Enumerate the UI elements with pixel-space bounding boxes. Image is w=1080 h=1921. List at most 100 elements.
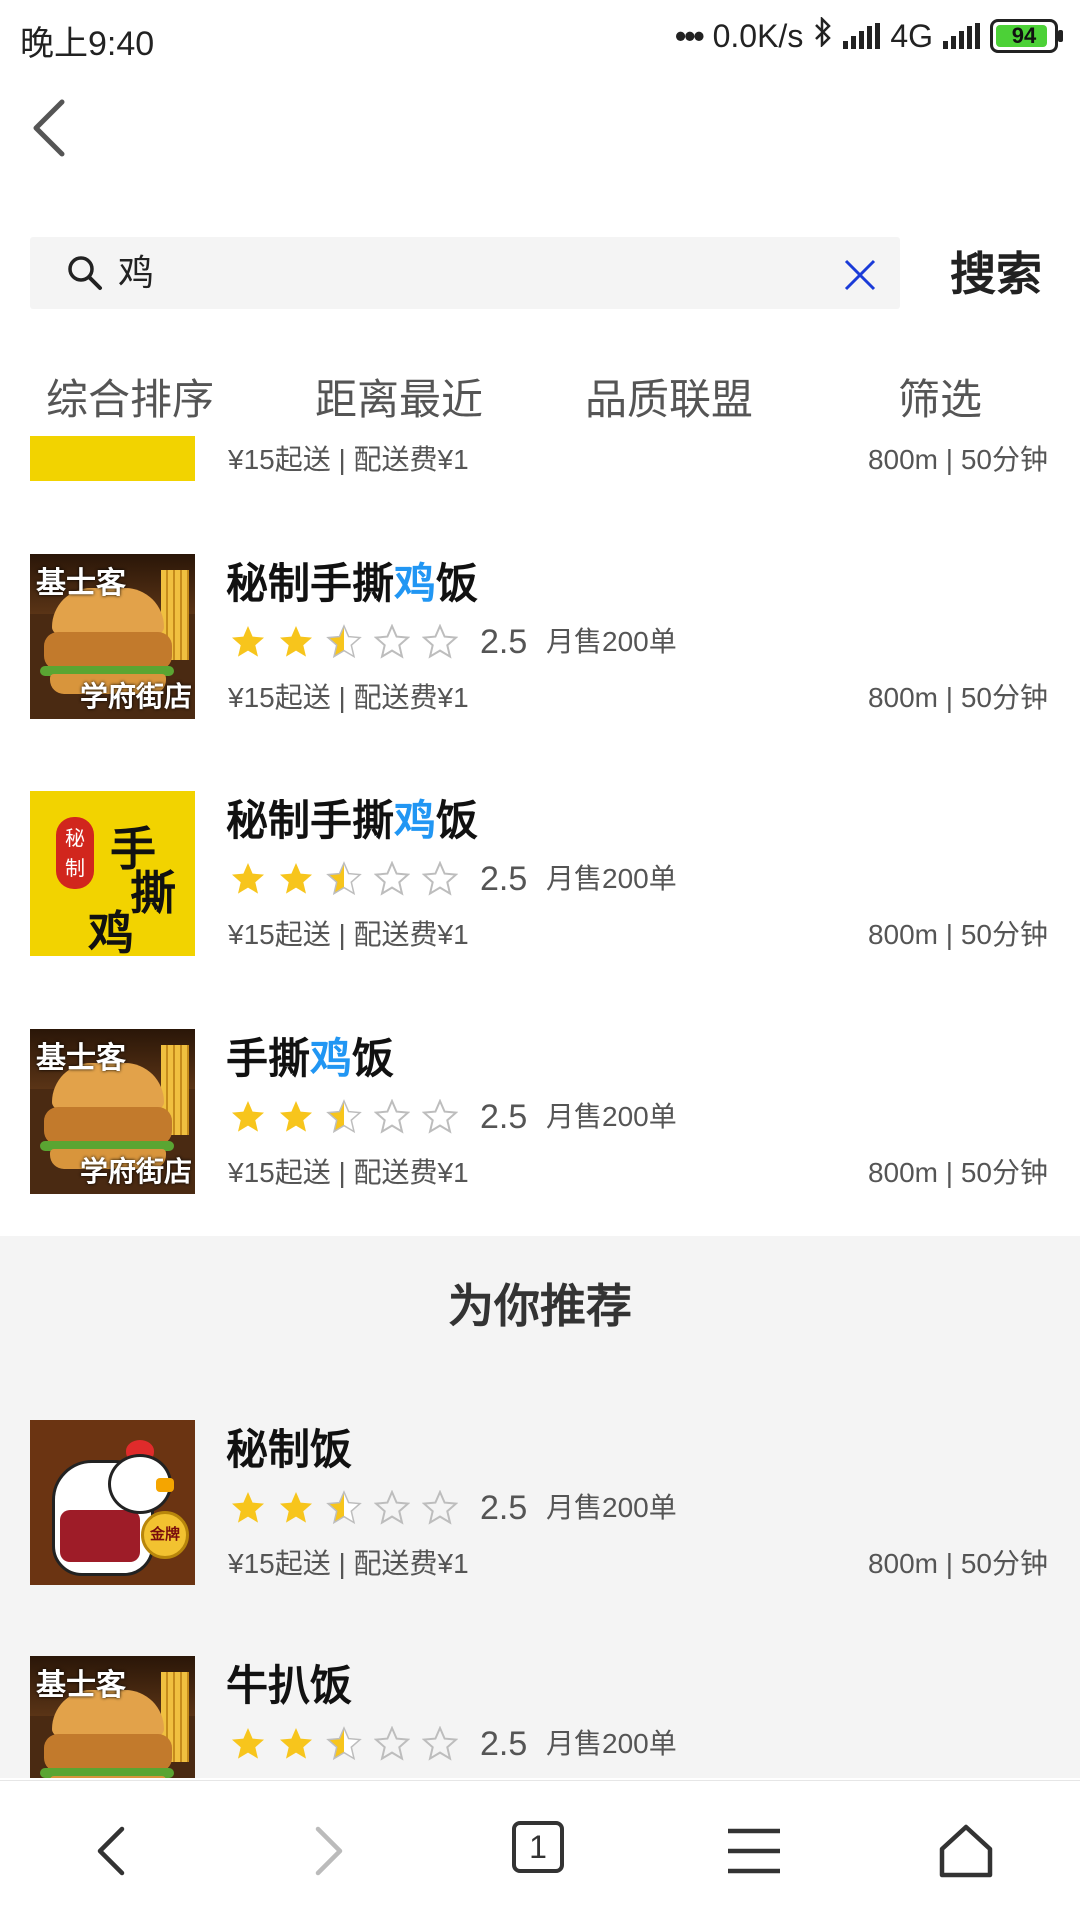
sort-tabs: 综合排序 距离最近 品质联盟 筛选 <box>0 372 1080 428</box>
signal-icon <box>843 23 881 49</box>
tab-filter[interactable]: 筛选 <box>898 372 982 428</box>
star-empty-icon <box>374 861 410 896</box>
star-filled-icon <box>280 1728 312 1759</box>
thumbnail-label: 学府街店 <box>79 1156 192 1187</box>
rating-value: 2.5 <box>480 860 528 898</box>
clear-icon[interactable] <box>842 257 878 293</box>
network-speed: 0.0K/s <box>712 17 804 54</box>
home-icon[interactable] <box>936 1821 996 1881</box>
search-icon <box>68 256 102 290</box>
shop-thumbnail: 基士客 学府街店 <box>30 554 195 719</box>
tab-quality[interactable]: 品质联盟 <box>585 372 753 428</box>
shop-list[interactable]: ¥15起送 | 配送费¥1 800m | 50分钟 基士客 学府街店 秘制手撕鸡… <box>0 436 1080 1778</box>
list-item[interactable]: 基士客 学府街店 秘制手撕鸡饭 2.5 月售200单 ¥15起送 | 配送费¥1… <box>0 554 1080 724</box>
monthly-sales: 月售200单 <box>546 626 677 657</box>
shop-fee: ¥15起送 | 配送费¥1 <box>228 1548 469 1579</box>
star-filled-icon <box>232 1728 264 1759</box>
tab-nearest[interactable]: 距离最近 <box>315 372 483 428</box>
list-item[interactable]: 秘制 手 撕 鸡 秘制手撕鸡饭 2.5 月售200单 ¥15起送 | 配送费¥1… <box>0 791 1080 961</box>
thumbnail-seal: 秘制 <box>56 817 94 889</box>
star-empty-icon <box>374 1099 410 1134</box>
tab-comprehensive[interactable]: 综合排序 <box>46 372 214 428</box>
shop-distance: 800m | 50分钟 <box>867 1548 1048 1579</box>
rating-value: 2.5 <box>480 1489 528 1527</box>
star-half-icon <box>326 1099 362 1134</box>
thumbnail-label: 基士客 <box>36 567 126 600</box>
star-filled-icon <box>280 626 312 657</box>
star-rating <box>230 1490 458 1526</box>
shop-thumbnail: 金牌 <box>30 1420 195 1585</box>
thumbnail-label: 基士客 <box>36 1669 126 1702</box>
battery-icon: 94 <box>990 19 1063 53</box>
star-rating <box>230 624 458 660</box>
search-bar[interactable]: 鸡 <box>30 237 900 309</box>
shop-fee: ¥15起送 | 配送费¥1 <box>228 444 469 475</box>
monthly-sales: 月售200单 <box>546 1492 677 1523</box>
star-half-icon <box>326 861 362 896</box>
thumbnail-label: 学府街店 <box>79 681 192 712</box>
monthly-sales: 月售200单 <box>546 1728 677 1759</box>
battery-level: 94 <box>1011 23 1037 48</box>
star-empty-icon <box>422 624 458 659</box>
monthly-sales: 月售200单 <box>546 1101 677 1132</box>
shop-name: 秘制饭 <box>226 1426 353 1473</box>
star-empty-icon <box>422 1490 458 1525</box>
list-item[interactable]: 金牌 秘制饭 2.5 月售200单 ¥15起送 | 配送费¥1 800m | 5… <box>0 1420 1080 1590</box>
shop-distance: 800m | 50分钟 <box>867 444 1048 475</box>
star-rating <box>230 1099 458 1135</box>
star-empty-icon <box>374 624 410 659</box>
star-filled-icon <box>232 863 264 894</box>
shop-thumbnail: 基士客 <box>30 1656 195 1778</box>
star-filled-icon <box>280 1101 312 1132</box>
back-arrow-icon[interactable] <box>84 1821 144 1881</box>
status-icons: ••• 0.0K/s 4G 94 <box>674 14 1063 58</box>
star-filled-icon <box>280 863 312 894</box>
star-filled-icon <box>232 626 264 657</box>
shop-distance: 800m | 50分钟 <box>867 919 1048 950</box>
shop-fee: ¥15起送 | 配送费¥1 <box>228 919 469 950</box>
search-input[interactable]: 鸡 <box>118 249 154 297</box>
more-dots-icon: ••• <box>674 17 705 54</box>
network-type: 4G <box>890 17 933 54</box>
rating-value: 2.5 <box>480 1098 528 1136</box>
list-item[interactable]: 基士客 牛扒饭 2.5 月售200单 <box>0 1656 1080 1778</box>
menu-icon[interactable] <box>724 1821 784 1881</box>
shop-distance: 800m | 50分钟 <box>867 1157 1048 1188</box>
thumbnail-text: 撕 <box>130 866 176 920</box>
shop-thumbnail <box>30 436 195 481</box>
star-rating <box>230 861 458 897</box>
shop-name: 牛扒饭 <box>226 1662 353 1709</box>
shop-fee: ¥15起送 | 配送费¥1 <box>228 1157 469 1188</box>
recommend-title: 为你推荐 <box>448 1280 632 1332</box>
star-empty-icon <box>422 861 458 896</box>
shop-thumbnail: 秘制 手 撕 鸡 <box>30 791 195 956</box>
star-filled-icon <box>280 1492 312 1523</box>
star-empty-icon <box>422 1726 458 1761</box>
thumbnail-label: 基士客 <box>36 1042 126 1075</box>
medal-badge: 金牌 <box>141 1511 189 1559</box>
forward-arrow-icon[interactable] <box>296 1821 356 1881</box>
star-half-icon <box>326 624 362 659</box>
signal-icon-2 <box>943 23 980 49</box>
shop-name: 秘制手撕鸡饭 <box>226 797 479 844</box>
list-item[interactable]: 基士客 学府街店 手撕鸡饭 2.5 月售200单 ¥15起送 | 配送费¥1 8… <box>0 1029 1080 1199</box>
shop-name: 秘制手撕鸡饭 <box>226 560 479 607</box>
rating-value: 2.5 <box>480 623 528 661</box>
star-filled-icon <box>232 1101 264 1132</box>
thumbnail-text: 鸡 <box>88 906 134 956</box>
search-button[interactable]: 搜索 <box>950 244 1042 304</box>
chevron-left-icon <box>33 99 65 157</box>
tabs-icon[interactable]: 1 <box>512 1821 564 1873</box>
rating-value: 2.5 <box>480 1725 528 1763</box>
bottom-nav: 1 <box>0 1780 1080 1921</box>
shop-distance: 800m | 50分钟 <box>867 682 1048 713</box>
star-rating <box>230 1726 458 1762</box>
star-empty-icon <box>422 1099 458 1134</box>
status-time: 晚上9:40 <box>20 25 155 63</box>
bluetooth-icon <box>813 15 833 55</box>
list-item[interactable]: ¥15起送 | 配送费¥1 800m | 50分钟 <box>0 436 1080 486</box>
star-half-icon <box>326 1490 362 1525</box>
back-button[interactable] <box>22 88 82 164</box>
monthly-sales: 月售200单 <box>546 863 677 894</box>
shop-thumbnail: 基士客 学府街店 <box>30 1029 195 1194</box>
